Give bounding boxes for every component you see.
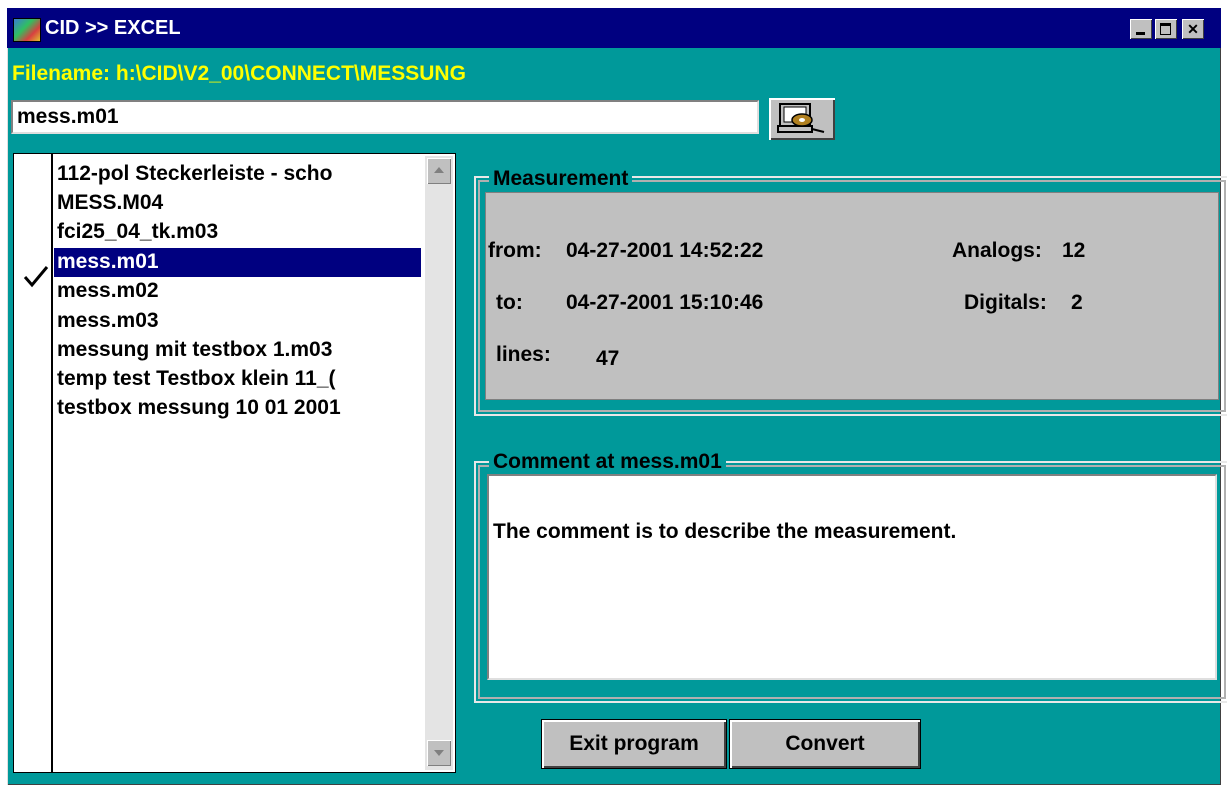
file-list[interactable]: 112-pol Steckerleiste - scho MESS.M04 fc… (13, 153, 456, 773)
list-scrollbar[interactable] (425, 156, 453, 770)
list-gutter (51, 154, 53, 772)
exit-program-button[interactable]: Exit program (542, 720, 726, 768)
comment-textarea[interactable]: The comment is to describe the measureme… (487, 474, 1217, 680)
from-value: 04-27-2001 14:52:22 (566, 239, 764, 262)
browse-button[interactable] (769, 98, 835, 140)
list-item[interactable]: MESS.M04 (54, 189, 421, 218)
scroll-down-button[interactable] (427, 740, 451, 766)
from-label: from: (488, 239, 542, 262)
to-value: 04-27-2001 15:10:46 (566, 291, 764, 314)
measurement-group-label: Measurement (489, 167, 633, 191)
minimize-button[interactable] (1130, 19, 1152, 39)
measurement-panel: from: 04-27-2001 14:52:22 Analogs: 12 to… (485, 192, 1219, 400)
list-item[interactable]: fci25_04_tk.m03 (54, 218, 421, 247)
list-item[interactable]: mess.m02 (54, 277, 421, 306)
main-window: CID >> EXCEL ✕ Filename: h:\CID\V2_00\CO… (7, 8, 1227, 785)
list-item[interactable]: messung mit testbox 1.m03 (54, 336, 421, 365)
maximize-button[interactable] (1155, 19, 1177, 39)
lines-label: lines: (496, 343, 551, 366)
filename-label: Filename: h:\CID\V2_00\CONNECT\MESSUNG (12, 62, 466, 85)
digitals-label: Digitals: (964, 291, 1047, 314)
check-icon (23, 266, 49, 288)
list-item[interactable]: testbox messung 10 01 2001 (54, 394, 421, 423)
scroll-up-button[interactable] (427, 158, 451, 184)
maximize-icon (1160, 23, 1171, 35)
convert-button[interactable]: Convert (730, 720, 920, 768)
analogs-value: 12 (1062, 239, 1086, 262)
list-item[interactable]: 112-pol Steckerleiste - scho (54, 160, 421, 189)
list-item[interactable]: mess.m03 (54, 307, 421, 336)
list-item[interactable]: temp test Testbox klein 11_( (54, 365, 421, 394)
comment-text: The comment is to describe the measureme… (493, 520, 957, 543)
lines-value: 47 (596, 347, 620, 370)
minimize-icon (1136, 32, 1145, 35)
to-label: to: (496, 291, 523, 314)
window-title: CID >> EXCEL (45, 17, 181, 39)
digitals-value: 2 (1071, 291, 1083, 314)
title-bar[interactable]: CID >> EXCEL ✕ (7, 8, 1221, 48)
app-icon (13, 18, 41, 42)
analogs-label: Analogs: (952, 239, 1042, 262)
arrow-down-icon (434, 750, 444, 756)
close-button[interactable]: ✕ (1182, 19, 1204, 39)
computer-disk-icon (777, 103, 825, 133)
comment-group-label: Comment at mess.m01 (489, 450, 726, 474)
close-icon: ✕ (1187, 21, 1199, 37)
arrow-up-icon (434, 167, 444, 173)
list-item-selected[interactable]: mess.m01 (54, 248, 421, 277)
file-name-input[interactable] (11, 100, 759, 134)
